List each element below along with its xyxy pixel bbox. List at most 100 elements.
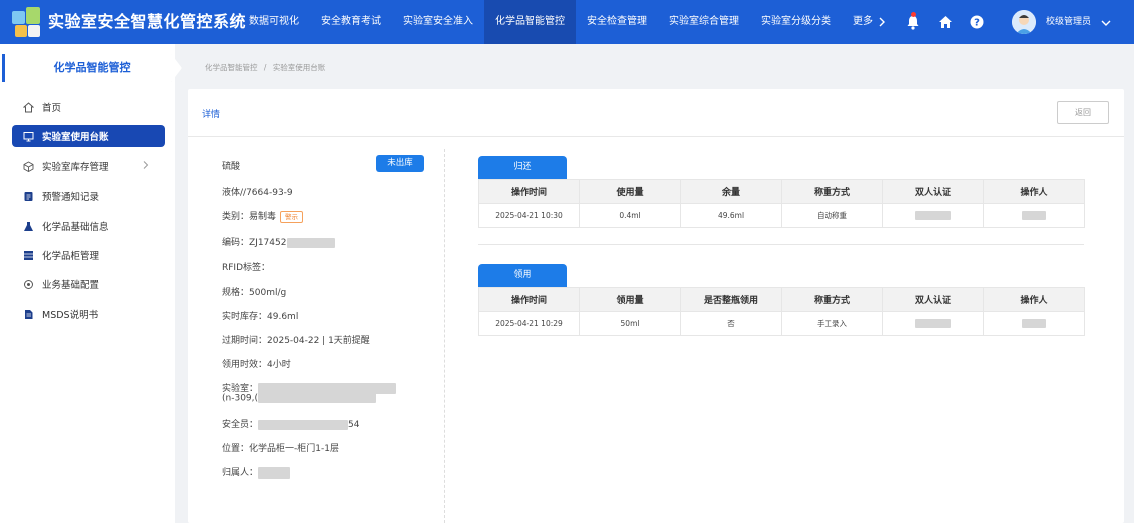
table-header-row: 操作时间 使用量 余量 称重方式 双人认证 操作人: [478, 179, 1085, 204]
help-icon[interactable]: ?: [969, 14, 985, 30]
table-cell: 否: [680, 311, 782, 336]
vertical-separator: [444, 149, 445, 523]
redacted-block: [915, 319, 951, 329]
stock-label: 实时库存：: [222, 312, 268, 322]
sidebar-item-alert-records[interactable]: 预警通知记录: [12, 185, 165, 207]
owner-label: 归属人：: [222, 468, 259, 478]
chevron-down-icon[interactable]: [1099, 15, 1113, 29]
table-cell: 50ml: [579, 311, 681, 336]
nav-item-safety-exam[interactable]: 安全教育考试: [310, 0, 392, 44]
redacted-block: [258, 466, 291, 479]
code-value: ZJ17452: [249, 238, 287, 248]
sidebar-item-config[interactable]: 业务基础配置: [12, 273, 165, 295]
category-value: 易制毒: [249, 212, 277, 222]
chemical-code: 编码：ZJ17452: [222, 235, 336, 248]
redacted-block: [287, 237, 336, 248]
sidebar: 化学品智能管控 首页 实验室使用台账 实验室库存管理 预警通知记录 化学品基础信…: [0, 44, 182, 523]
redacted-block: [258, 393, 377, 403]
stock-value: 49.6ml: [267, 312, 299, 322]
safety-suffix: 54: [348, 420, 360, 430]
nav-item-chemical-control[interactable]: 化学品智能管控: [484, 0, 576, 44]
column-header: 称重方式: [781, 179, 883, 204]
chemical-name: 硫酸: [222, 162, 241, 172]
breadcrumb-separator: /: [263, 63, 267, 72]
table-cell: 2025-04-21 10:30: [478, 203, 580, 228]
column-header: 使用量: [579, 179, 681, 204]
chemical-lab-line2: (n-309,(: [222, 393, 377, 404]
chemical-expiry: 过期时间：2025-04-22 | 1天前提醒: [222, 333, 370, 346]
column-header: 领用量: [579, 287, 681, 312]
tab-return[interactable]: 归还: [478, 156, 567, 179]
table-cell: 49.6ml: [680, 203, 782, 228]
nav-item-data-visualization[interactable]: 数据可视化: [238, 0, 310, 44]
sidebar-item-cabinet[interactable]: 化学品柜管理: [12, 244, 165, 266]
return-table: 操作时间 使用量 余量 称重方式 双人认证 操作人 2025-04-21 10:…: [478, 179, 1085, 228]
home-icon[interactable]: [937, 14, 953, 30]
home-icon: [22, 101, 34, 113]
page-title: 详情: [202, 110, 221, 120]
sidebar-item-label: 预警通知记录: [42, 192, 100, 203]
warning-tag: 警示: [280, 210, 304, 223]
redacted-block: [1022, 211, 1046, 221]
table-cell: 自动称重: [781, 203, 883, 228]
chevron-right-icon: [879, 17, 885, 27]
table-cell: 0.4ml: [579, 203, 681, 228]
column-header: 操作时间: [478, 179, 580, 204]
flask-icon: [22, 220, 34, 232]
breadcrumb-current: 实验室使用台账: [272, 63, 326, 72]
column-header: 双人认证: [882, 179, 984, 204]
redacted-block: [1022, 319, 1046, 329]
nav-more-label: 更多: [853, 16, 873, 27]
sidebar-item-usage-ledger[interactable]: 实验室使用台账: [12, 125, 165, 147]
section-divider: [478, 244, 1084, 245]
column-header: 余量: [680, 179, 782, 204]
sidebar-item-inventory[interactable]: 实验室库存管理: [12, 155, 165, 177]
cabinet-icon: [22, 249, 34, 261]
avatar[interactable]: [1012, 10, 1036, 34]
back-button[interactable]: 返回: [1057, 101, 1109, 124]
sidebar-item-msds[interactable]: MSDS说明书: [12, 303, 165, 325]
app-title: 实验室安全智慧化管控系统: [48, 12, 247, 31]
sidebar-item-label: 业务基础配置: [42, 280, 100, 291]
nav-item-lab-access[interactable]: 实验室安全准入: [392, 0, 484, 44]
nav-item-lab-management[interactable]: 实验室综合管理: [658, 0, 750, 44]
svg-text:?: ?: [974, 18, 980, 29]
nav-item-lab-classification[interactable]: 实验室分级分类: [750, 0, 842, 44]
monitor-icon: [22, 130, 34, 142]
sidebar-item-label: 实验室库存管理: [42, 162, 109, 173]
spec-value: 500ml/g: [249, 288, 287, 298]
redacted-block: [258, 419, 349, 430]
location-label: 位置：: [222, 444, 250, 454]
lab-suffix: (n-309,(: [222, 393, 259, 404]
use-table: 操作时间 领用量 是否整瓶领用 称重方式 双人认证 操作人 2025-04-21…: [478, 287, 1085, 336]
table-row: 2025-04-21 10:29 50ml 否 手工录入: [478, 311, 1085, 336]
top-icon-group: ?: [905, 0, 985, 44]
duration-label: 领用时效：: [222, 360, 268, 370]
sidebar-item-label: 化学品柜管理: [42, 251, 100, 262]
column-header: 操作人: [983, 179, 1085, 204]
chemical-stock: 实时库存：49.6ml: [222, 309, 298, 322]
user-name[interactable]: 校级管理员: [1046, 0, 1091, 44]
table-cell-redacted: [983, 311, 1085, 336]
rfid-label: RFID标签：: [222, 263, 271, 273]
nav-item-safety-inspection[interactable]: 安全检查管理: [576, 0, 658, 44]
sidebar-item-label: 化学品基础信息: [42, 222, 109, 233]
column-header: 是否整瓶领用: [680, 287, 782, 312]
table-row: 2025-04-21 10:30 0.4ml 49.6ml 自动称重: [478, 203, 1085, 228]
top-navigation-bar: 实验室安全智慧化管控系统 数据可视化 安全教育考试 实验室安全准入 化学品智能管…: [0, 0, 1134, 44]
status-badge[interactable]: 未出库: [376, 155, 424, 172]
table-cell: 2025-04-21 10:29: [478, 311, 580, 336]
sidebar-item-label: 首页: [42, 103, 62, 114]
table-cell-redacted: [983, 203, 1085, 228]
breadcrumb-root[interactable]: 化学品智能管控: [205, 63, 258, 72]
main-nav: 数据可视化 安全教育考试 实验室安全准入 化学品智能管控 安全检查管理 实验室综…: [238, 0, 898, 44]
sidebar-item-chemical-info[interactable]: 化学品基础信息: [12, 215, 165, 237]
code-label: 编码：: [222, 238, 250, 248]
tab-use[interactable]: 领用: [478, 264, 567, 287]
spec-label: 规格：: [222, 288, 250, 298]
sidebar-item-home[interactable]: 首页: [12, 96, 165, 118]
sidebar-item-label: 实验室使用台账: [42, 132, 109, 143]
nav-more-button[interactable]: 更多: [842, 0, 898, 44]
card-divider: [188, 136, 1124, 137]
detail-card: 详情 返回 硫酸 未出库 液体//7664-93-9 类别：易制毒 警示 编码：Z…: [188, 89, 1124, 523]
